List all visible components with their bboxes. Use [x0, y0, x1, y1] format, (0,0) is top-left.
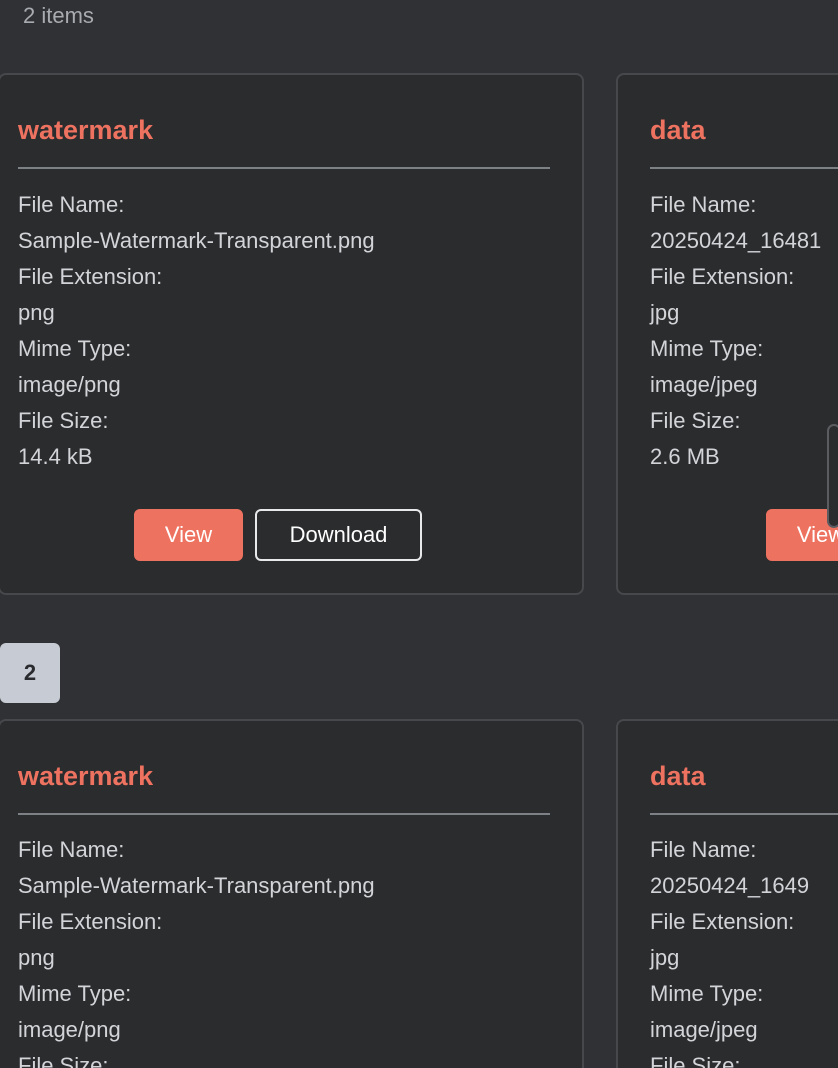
file-size-value: 14.4 kB	[18, 444, 93, 469]
file-card: data File Name: 20250424_1649 File Exten…	[616, 719, 838, 1068]
file-name-label: File Name:	[650, 192, 757, 217]
file-extension-label: File Extension:	[18, 909, 163, 934]
file-name-label: File Name:	[650, 837, 757, 862]
title-divider	[650, 167, 838, 169]
view-button[interactable]: View	[134, 509, 243, 561]
file-extension-value: jpg	[650, 945, 680, 970]
mime-type-label: Mime Type:	[650, 981, 764, 1006]
mime-type-value: image/jpeg	[650, 1017, 758, 1042]
mime-type-value: image/jpeg	[650, 372, 758, 397]
mime-type-value: image/png	[18, 1017, 121, 1042]
file-card-title: data	[650, 115, 706, 145]
title-divider	[650, 813, 838, 815]
file-size-label: File Size:	[18, 1053, 109, 1068]
file-extension-label: File Extension:	[650, 909, 795, 934]
mime-type-value: image/png	[18, 372, 121, 397]
file-name-label: File Name:	[18, 837, 125, 862]
download-button[interactable]: Download	[255, 509, 422, 561]
file-card-title: watermark	[18, 761, 154, 791]
file-extension-value: jpg	[650, 300, 680, 325]
file-name-value: Sample-Watermark-Transparent.png	[18, 228, 375, 253]
item-count: 2 items	[23, 3, 94, 28]
file-name-value: 20250424_16481	[650, 228, 822, 253]
file-card-title: watermark	[18, 115, 154, 145]
file-list-page: 2 items watermark File Name: Sample-Wate…	[0, 0, 838, 1068]
file-extension-value: png	[18, 300, 55, 325]
file-name-value: 20250424_1649	[650, 873, 810, 898]
file-card: data File Name: 20250424_16481 File Exte…	[616, 73, 838, 595]
title-divider	[18, 813, 550, 815]
file-extension-label: File Extension:	[650, 264, 795, 289]
file-size-label: File Size:	[650, 408, 741, 433]
file-size-value: 2.6 MB	[650, 444, 720, 469]
title-divider	[18, 167, 550, 169]
mime-type-label: Mime Type:	[18, 981, 132, 1006]
file-card-title: data	[650, 761, 706, 791]
file-size-label: File Size:	[18, 408, 109, 433]
file-extension-label: File Extension:	[18, 264, 163, 289]
file-extension-value: png	[18, 945, 55, 970]
page-number-badge[interactable]: 2	[0, 643, 60, 703]
file-name-value: Sample-Watermark-Transparent.png	[18, 873, 375, 898]
file-card: watermark File Name: Sample-Watermark-Tr…	[0, 73, 584, 595]
file-card: watermark File Name: Sample-Watermark-Tr…	[0, 719, 584, 1068]
scrollbar-handle[interactable]	[827, 424, 838, 528]
mime-type-label: Mime Type:	[650, 336, 764, 361]
file-size-label: File Size:	[650, 1053, 741, 1068]
file-name-label: File Name:	[18, 192, 125, 217]
mime-type-label: Mime Type:	[18, 336, 132, 361]
